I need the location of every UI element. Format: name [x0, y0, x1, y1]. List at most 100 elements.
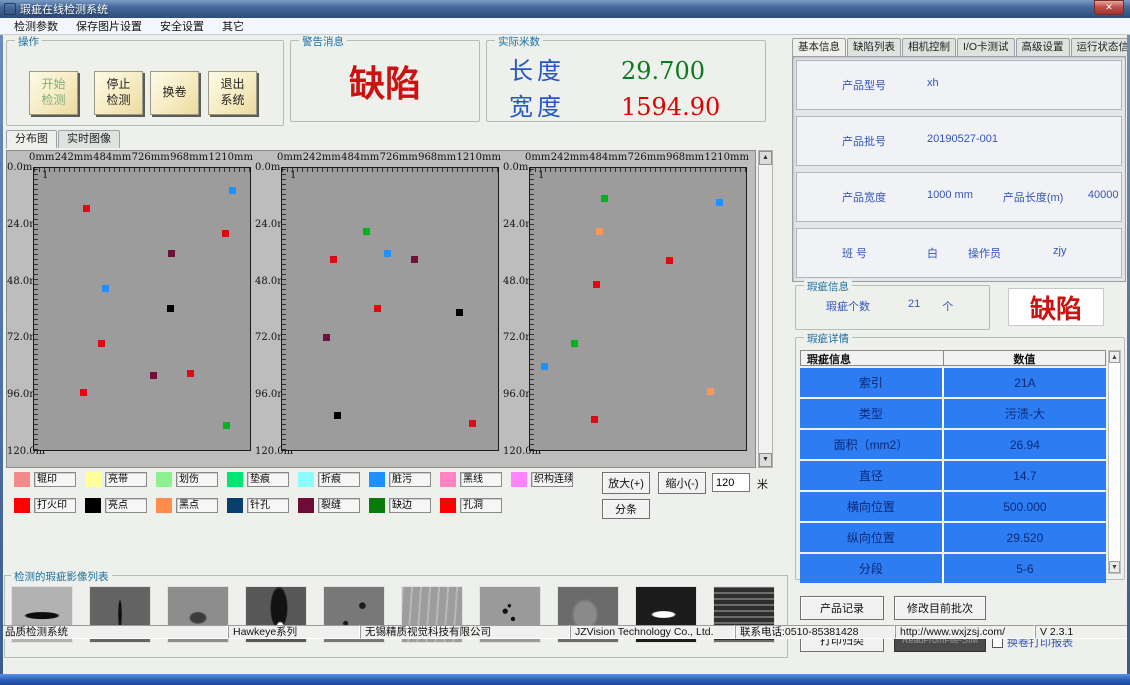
product-info-panel: 产品型号xh产品批号20190527-001产品宽度1000 mm产品长度(m)… — [792, 56, 1126, 282]
legend-item-0-4: 折痕 — [298, 472, 369, 487]
legend-item-1-1: 亮点 — [85, 498, 156, 513]
info-label: 产品批号 — [842, 133, 927, 149]
split-button[interactable]: 分条 — [602, 499, 650, 519]
info-value: xh — [927, 77, 939, 93]
defect-detail-row-4[interactable]: 横向位置500.000 — [800, 492, 1106, 521]
tab-right-1[interactable]: 缺陷列表 — [847, 38, 901, 56]
scroll-up-icon[interactable]: ▲ — [759, 151, 772, 165]
detail-cell-label: 横向位置 — [800, 492, 944, 521]
x-tick-label: 968mm — [170, 152, 208, 165]
defect-detail-row-2[interactable]: 面积（mm2）26.94 — [800, 430, 1106, 459]
meter-label-0: 长度 — [509, 51, 597, 86]
defect-point — [707, 388, 714, 395]
status-segment-5: http://www.wxjzsj.com/ — [895, 625, 1035, 639]
info-pair: 操作员zjy — [968, 245, 1066, 261]
product-record-button[interactable]: 产品记录 — [800, 596, 884, 620]
x-tick-label: 484mm — [93, 152, 131, 165]
legend-swatch — [227, 498, 243, 513]
y-tick-label: 0.0m — [255, 162, 281, 173]
info-value: 20190527-001 — [927, 133, 998, 149]
status-segment-3: JZVision Technology Co., Ltd. — [570, 625, 735, 639]
legend-label: 亮带 — [105, 472, 147, 487]
x-tick-label: 726mm — [380, 152, 418, 165]
legend-swatch — [156, 472, 172, 487]
product-info-row-1: 产品批号20190527-001 — [796, 116, 1122, 166]
scale-unit-label: 米 — [757, 476, 768, 492]
main-content: 操作 开始 检测停止 检测换卷退出 系统 警告消息 缺陷 实际米数 长度29.7… — [0, 35, 1130, 660]
legend-swatch — [298, 498, 314, 513]
close-button[interactable]: ✕ — [1094, 0, 1124, 15]
op-button-1[interactable]: 停止 检测 — [94, 71, 143, 115]
tab-view-1[interactable]: 实时图像 — [58, 130, 120, 148]
tab-right-2[interactable]: 相机控制 — [902, 38, 956, 56]
defect-point — [716, 199, 723, 206]
defect-image-list-title: 检测的瑕疵影像列表 — [11, 569, 112, 584]
defect-point — [363, 228, 370, 235]
scale-value-input[interactable] — [712, 473, 750, 492]
table-scrollbar[interactable]: ▲ ▼ — [1108, 350, 1121, 574]
x-tick-label: 1210mm — [209, 152, 253, 165]
legend-swatch — [369, 498, 385, 513]
defect-point — [666, 257, 673, 264]
scatter-plot-2: 1 — [529, 167, 747, 451]
tab-right-3[interactable]: I/O卡测试 — [957, 38, 1015, 56]
legend-item-0-2: 划伤 — [156, 472, 227, 487]
x-tick-label: 968mm — [418, 152, 456, 165]
window-title: 瑕疵在线检测系统 — [20, 1, 108, 17]
op-button-2[interactable]: 换卷 — [150, 71, 199, 115]
warning-message: 缺陷 — [291, 55, 479, 107]
info-pair: 产品批号20190527-001 — [842, 133, 998, 149]
legend-label: 孔洞 — [460, 498, 502, 513]
op-button-3[interactable]: 退出 系统 — [208, 71, 257, 115]
defect-summary-groupbox: 瑕疵信息 瑕疵个数 21 个 — [795, 285, 990, 330]
defect-detail-row-3[interactable]: 直径14.7 — [800, 461, 1106, 490]
y-tick-label: 24.0m — [503, 219, 529, 230]
tab-view-0[interactable]: 分布图 — [6, 130, 57, 148]
meter-row-1: 宽度1594.90 — [509, 87, 720, 122]
meters-groupbox: 实际米数 长度29.700宽度1594.90 — [486, 40, 766, 122]
detail-cell-value: 21A — [944, 368, 1106, 397]
tab-right-5[interactable]: 运行状态信息 — [1071, 38, 1130, 56]
legend-swatch — [440, 472, 456, 487]
modify-batch-button[interactable]: 修改目前批次 — [894, 596, 986, 620]
menu-item-0[interactable]: 检测参数 — [5, 17, 67, 35]
app-window: 瑕疵在线检测系统 ✕ 检测参数保存图片设置安全设置其它 操作 开始 检测停止 检… — [0, 0, 1130, 685]
defect-point — [323, 334, 330, 341]
row-marker: 1 — [42, 170, 48, 181]
defect-point — [167, 305, 174, 312]
row-marker: 1 — [538, 170, 544, 181]
tab-right-0[interactable]: 基本信息 — [792, 38, 846, 56]
table-header: 瑕疵信息 数值 — [800, 350, 1106, 366]
table-scroll-up-icon[interactable]: ▲ — [1109, 351, 1120, 363]
table-scroll-down-icon[interactable]: ▼ — [1109, 561, 1120, 573]
defect-point — [411, 256, 418, 263]
zoom-in-button[interactable]: 放大(+) — [602, 472, 650, 494]
defect-point — [187, 370, 194, 377]
tab-right-4[interactable]: 高级设置 — [1016, 38, 1070, 56]
menu-item-2[interactable]: 安全设置 — [151, 17, 213, 35]
chart-scrollbar[interactable]: ▲ ▼ — [758, 150, 773, 468]
defect-detail-row-6[interactable]: 分段5-6 — [800, 554, 1106, 583]
view-tabs: 分布图实时图像 — [6, 130, 121, 148]
y-tick-label: 0.0m — [7, 162, 33, 173]
legend-label: 黑点 — [176, 498, 218, 513]
defect-details-table: 瑕疵信息 数值 索引21A类型污渍-大面积（mm2）26.94直径14.7横向位… — [800, 350, 1106, 583]
op-button-0[interactable]: 开始 检测 — [29, 71, 78, 115]
defect-detail-row-1[interactable]: 类型污渍-大 — [800, 399, 1106, 428]
defect-point — [334, 412, 341, 419]
legend-label: 脏污 — [389, 472, 431, 487]
scroll-down-icon[interactable]: ▼ — [759, 453, 772, 467]
defect-detail-row-5[interactable]: 纵向位置29.520 — [800, 523, 1106, 552]
legend-label: 划伤 — [176, 472, 218, 487]
legend-item-1-0: 打火印 — [14, 498, 85, 513]
warning-groupbox: 警告消息 缺陷 — [290, 40, 480, 122]
x-tick-label: 726mm — [132, 152, 170, 165]
defect-detail-row-0[interactable]: 索引21A — [800, 368, 1106, 397]
product-info-row-0: 产品型号xh — [796, 60, 1122, 110]
legend-label: 亮点 — [105, 498, 147, 513]
legend-item-0-5: 脏污 — [369, 472, 440, 487]
menu-item-3[interactable]: 其它 — [213, 17, 253, 35]
info-label: 产品宽度 — [842, 189, 927, 205]
menu-item-1[interactable]: 保存图片设置 — [67, 17, 151, 35]
zoom-out-button[interactable]: 缩小(-) — [658, 472, 706, 494]
